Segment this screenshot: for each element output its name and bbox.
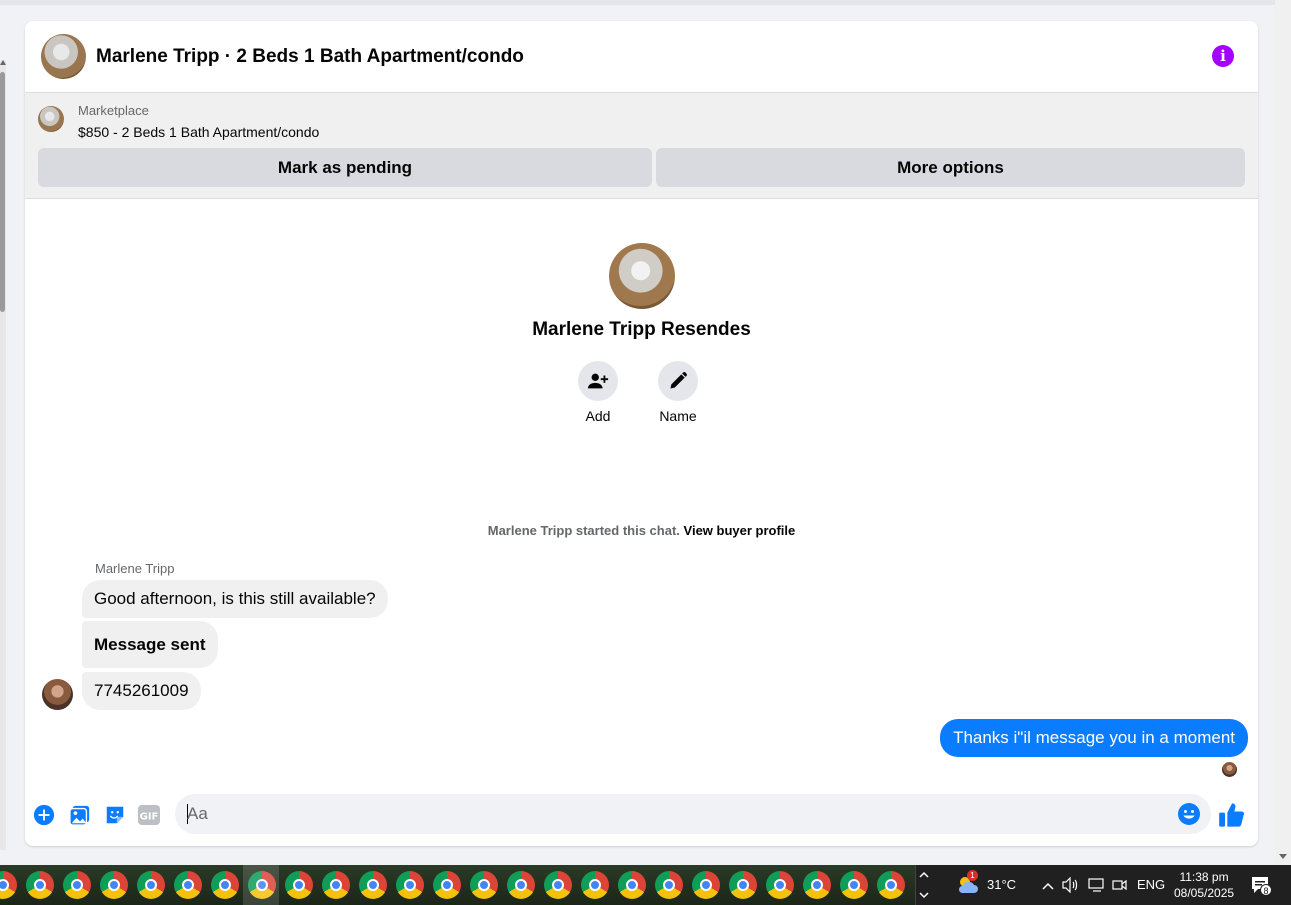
weather-badge: 1: [967, 870, 978, 881]
chrome-icon[interactable]: [729, 871, 757, 899]
outgoing-message-bubble[interactable]: Thanks i"il message you in a moment: [940, 719, 1248, 757]
chrome-icon[interactable]: [100, 871, 128, 899]
message-bubble[interactable]: Message sent: [82, 621, 218, 668]
chrome-icon[interactable]: [618, 871, 646, 899]
chrome-icon[interactable]: [581, 871, 609, 899]
message-input[interactable]: [187, 794, 1167, 834]
plus-icon[interactable]: [32, 803, 56, 827]
chrome-icon[interactable]: [396, 871, 424, 899]
chrome-icon[interactable]: [26, 871, 54, 899]
taskbar-apps: [0, 865, 915, 905]
weather-icon[interactable]: 1: [956, 870, 980, 900]
add-person-icon[interactable]: [578, 361, 618, 401]
network-icon[interactable]: [1088, 877, 1106, 896]
photo-icon[interactable]: [68, 803, 92, 827]
chrome-icon[interactable]: [433, 871, 461, 899]
chrome-icon[interactable]: [655, 871, 683, 899]
chat-window: Marlene Tripp · 2 Beds 1 Bath Apartment/…: [25, 21, 1258, 846]
right-scrollbar[interactable]: [1275, 0, 1291, 865]
name-label: Name: [659, 408, 697, 424]
listing-thumbnail[interactable]: [38, 106, 64, 132]
taskbar: 1 31°C ENG 11:38 pm 08/05/2025 8: [0, 865, 1291, 905]
chat-started-notice: Marlene Tripp started this chat. View bu…: [25, 523, 1258, 538]
left-scrollbar[interactable]: [0, 60, 6, 850]
language-indicator[interactable]: ENG: [1137, 877, 1165, 892]
composer: GIF: [25, 793, 1258, 835]
info-icon[interactable]: i: [1212, 45, 1234, 67]
message-bubble[interactable]: Good afternoon, is this still available?: [82, 580, 388, 618]
emoji-icon[interactable]: [1177, 802, 1201, 826]
chrome-icon[interactable]: [877, 871, 905, 899]
weather-temp[interactable]: 31°C: [987, 877, 1016, 892]
chrome-icon[interactable]: [507, 871, 535, 899]
chrome-icon[interactable]: [692, 871, 720, 899]
chat-title[interactable]: Marlene Tripp · 2 Beds 1 Bath Apartment/…: [96, 46, 524, 68]
chevron-up-icon[interactable]: [1042, 879, 1054, 894]
marketplace-panel: Marketplace $850 - 2 Beds 1 Bath Apartme…: [25, 93, 1258, 199]
speaker-icon[interactable]: [1062, 876, 1080, 896]
sticker-icon[interactable]: [103, 803, 127, 827]
clock-date: 08/05/2025: [1174, 886, 1235, 900]
meet-icon[interactable]: [1112, 877, 1128, 896]
listing-title[interactable]: $850 - 2 Beds 1 Bath Apartment/condo: [78, 124, 319, 140]
notification-count: 8: [1260, 884, 1272, 896]
message-bubble[interactable]: 7745261009: [82, 672, 201, 710]
name-action[interactable]: Name: [657, 361, 699, 424]
taskbar-active-app[interactable]: [243, 865, 279, 905]
taskbar-overflow[interactable]: [915, 865, 932, 905]
svg-text:GIF: GIF: [140, 812, 159, 823]
chrome-icon[interactable]: [803, 871, 831, 899]
profile-card: Marlene Tripp Resendes: [25, 243, 1258, 341]
listing-avatar[interactable]: [41, 34, 86, 79]
clock[interactable]: 11:38 pm 08/05/2025: [1174, 869, 1234, 901]
chrome-icon[interactable]: [211, 871, 239, 899]
add-action[interactable]: Add: [577, 361, 619, 424]
sender-avatar[interactable]: [42, 679, 73, 710]
profile-avatar[interactable]: [608, 243, 675, 309]
profile-name: Marlene Tripp Resendes: [532, 319, 751, 340]
chrome-icon[interactable]: [63, 871, 91, 899]
thumbs-up-icon[interactable]: [1218, 801, 1246, 829]
pencil-icon[interactable]: [658, 361, 698, 401]
more-options-button[interactable]: More options: [656, 148, 1245, 187]
chrome-icon[interactable]: [0, 871, 17, 899]
seen-receipt-avatar: [1222, 762, 1237, 777]
marketplace-label: Marketplace: [78, 103, 149, 118]
mark-as-pending-button[interactable]: Mark as pending: [38, 148, 652, 187]
chrome-icon[interactable]: [470, 871, 498, 899]
message-input-wrap[interactable]: [175, 794, 1211, 834]
chat-header: Marlene Tripp · 2 Beds 1 Bath Apartment/…: [25, 21, 1258, 93]
page-top-bar: [0, 0, 1275, 5]
started-text: Marlene Tripp started this chat.: [487, 523, 680, 538]
scrollbar-thumb[interactable]: [0, 72, 5, 312]
scroll-up-icon[interactable]: [0, 60, 6, 65]
view-buyer-profile-link[interactable]: View buyer profile: [684, 523, 796, 538]
chrome-icon[interactable]: [840, 871, 868, 899]
profile-actions: Add Name: [577, 361, 699, 424]
system-tray: 1 31°C ENG 11:38 pm 08/05/2025 8: [932, 865, 1291, 905]
chrome-icon[interactable]: [174, 871, 202, 899]
scroll-down-icon[interactable]: [1279, 854, 1287, 859]
sender-name: Marlene Tripp: [95, 561, 175, 576]
chrome-icon[interactable]: [544, 871, 572, 899]
add-label: Add: [585, 408, 611, 424]
clock-time: 11:38 pm: [1179, 870, 1229, 884]
chrome-icon[interactable]: [285, 871, 313, 899]
gif-icon[interactable]: GIF: [137, 803, 161, 827]
chrome-icon[interactable]: [359, 871, 387, 899]
chrome-icon[interactable]: [766, 871, 794, 899]
chrome-icon[interactable]: [322, 871, 350, 899]
notification-icon[interactable]: 8: [1250, 875, 1272, 898]
chrome-icon[interactable]: [137, 871, 165, 899]
